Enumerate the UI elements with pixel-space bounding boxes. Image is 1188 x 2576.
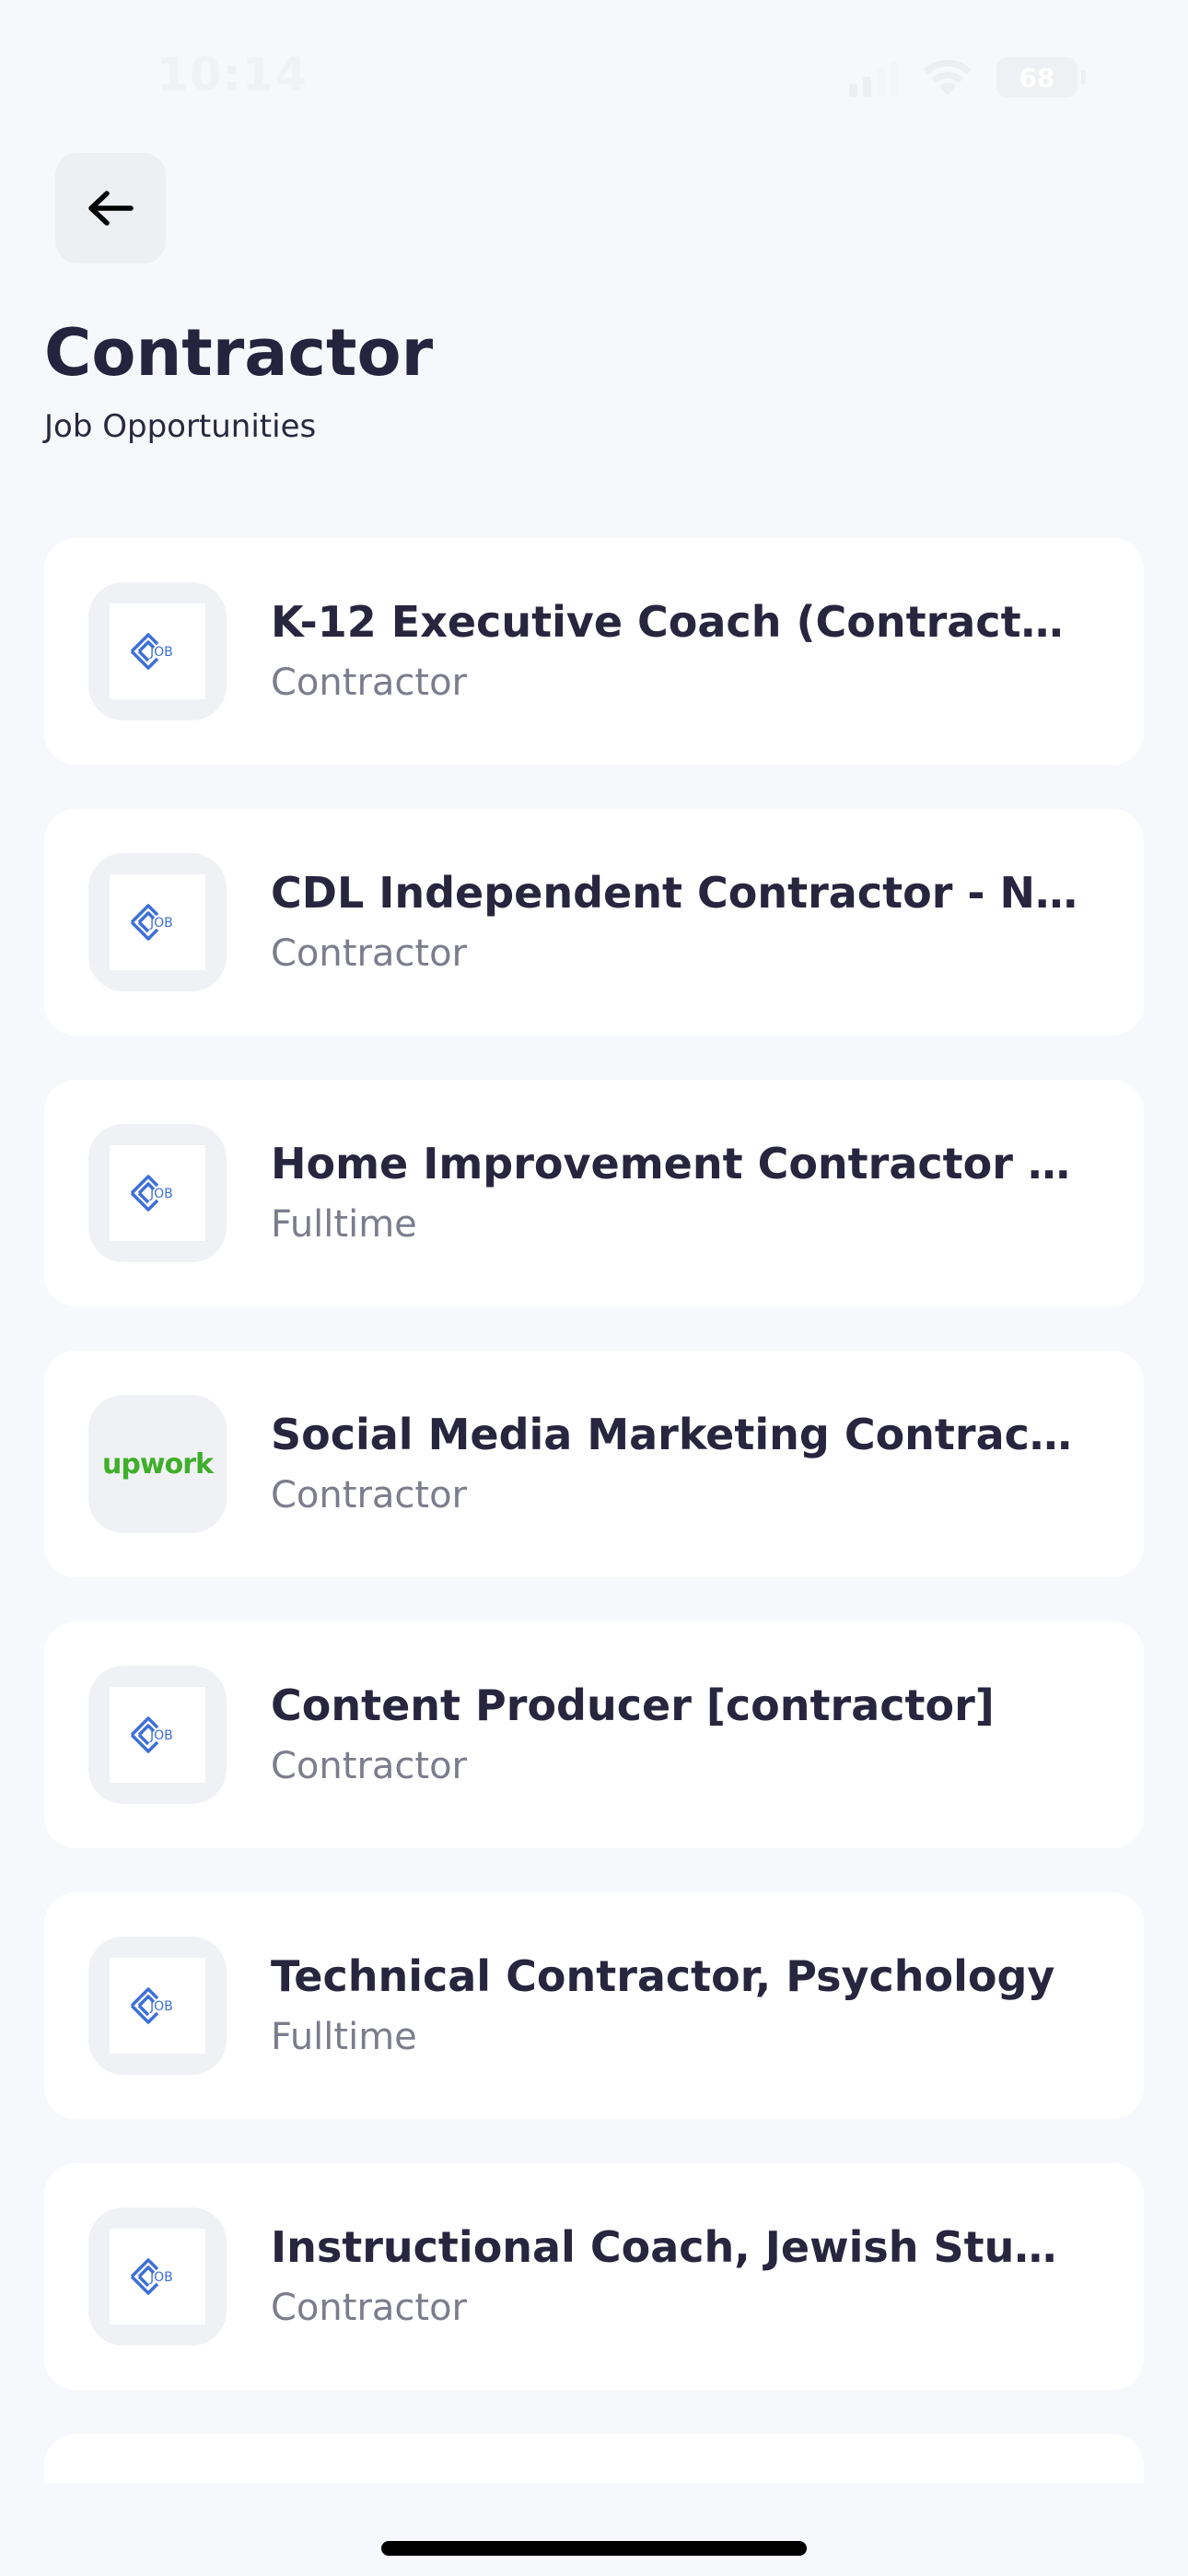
page-title: Contractor [44, 315, 434, 391]
job-card[interactable]: upwork Social Media Marketing Contractor… [44, 1351, 1144, 1577]
job-type: Fulltime [271, 1203, 417, 1246]
job-type: Contractor [271, 932, 467, 975]
job-title: Social Media Marketing Contractor... [271, 1410, 1081, 1459]
job-title: K-12 Executive Coach (Contractor) [271, 597, 1081, 647]
job-logo-icon: JOB [130, 1987, 173, 2024]
upwork-logo: upwork [102, 1447, 214, 1481]
svg-text:JOB: JOB [149, 1728, 173, 1743]
job-logo-icon: JOB [130, 633, 173, 670]
status-bar: 10:14 68 [0, 0, 1188, 157]
wifi-icon [921, 58, 974, 97]
job-card[interactable]: JOB CDL Independent Contractor - No... C… [44, 809, 1144, 1036]
job-type: Contractor [271, 2287, 467, 2329]
job-type: Contractor [271, 662, 467, 704]
company-logo: JOB [88, 1937, 227, 2075]
job-logo-icon: JOB [130, 1175, 173, 1212]
job-logo-icon: JOB [130, 904, 173, 941]
job-title: CDL Independent Contractor - No... [271, 868, 1081, 918]
job-card[interactable]: JOB Instructional Coach, Jewish Studie..… [44, 2163, 1144, 2390]
job-card[interactable]: JOB Technical Contractor, Psychology Ful… [44, 1892, 1144, 2119]
company-logo: JOB [88, 1666, 227, 1804]
home-indicator[interactable] [381, 2541, 807, 2556]
status-time: 10:14 [157, 48, 309, 101]
job-title: Instructional Coach, Jewish Studie... [271, 2222, 1081, 2272]
app-screen: 10:14 68 Contractor Job Opportunities JO… [0, 0, 1188, 2576]
job-title: Home Improvement Contractor for... [271, 1139, 1081, 1188]
battery-level: 68 [1019, 62, 1055, 93]
job-type: Contractor [271, 1745, 467, 1787]
company-logo: JOB [88, 1124, 227, 1262]
job-type: Fulltime [271, 2016, 417, 2058]
battery-icon: 68 [996, 57, 1086, 98]
job-title: Technical Contractor, Psychology [271, 1951, 1055, 2001]
job-type: Contractor [271, 1474, 467, 1516]
svg-text:JOB: JOB [149, 2270, 173, 2285]
company-logo: JOB [88, 853, 227, 991]
bottom-safe-area [0, 2483, 1188, 2576]
job-card[interactable]: JOB K-12 Executive Coach (Contractor) Co… [44, 538, 1144, 765]
arrow-left-icon [88, 191, 134, 226]
svg-text:JOB: JOB [149, 1999, 173, 2014]
page-subtitle: Job Opportunities [44, 408, 317, 445]
svg-text:JOB: JOB [149, 645, 173, 660]
company-logo: JOB [88, 2207, 227, 2346]
status-icons: 68 [849, 57, 1086, 98]
job-list: JOB K-12 Executive Coach (Contractor) Co… [44, 538, 1144, 2434]
svg-text:JOB: JOB [149, 1187, 173, 1201]
job-logo-icon: JOB [130, 2258, 173, 2295]
job-title: Content Producer [contractor] [271, 1680, 995, 1730]
company-logo: JOB [88, 582, 227, 720]
job-card[interactable]: JOB Home Improvement Contractor for... F… [44, 1080, 1144, 1306]
back-button[interactable] [55, 153, 166, 263]
job-logo-icon: JOB [130, 1716, 173, 1753]
cellular-signal-icon [849, 58, 899, 97]
job-card-partial[interactable] [44, 2434, 1144, 2489]
company-logo: upwork [88, 1395, 227, 1533]
job-card[interactable]: JOB Content Producer [contractor] Contra… [44, 1622, 1144, 1848]
svg-text:JOB: JOB [149, 916, 173, 931]
